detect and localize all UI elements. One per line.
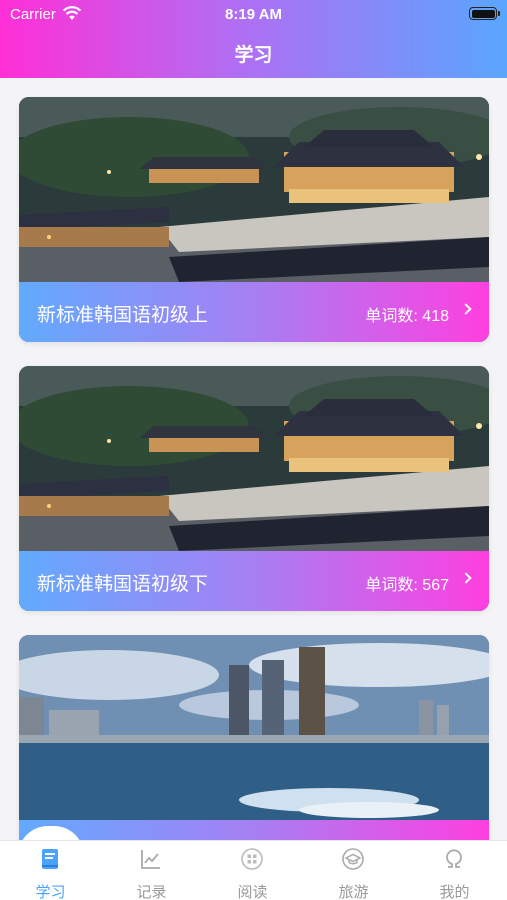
- word-count: 单词数: 567: [365, 577, 449, 594]
- status-bar: Carrier 8:19 AM: [0, 0, 507, 28]
- header: Carrier 8:19 AM 学习: [0, 0, 507, 78]
- tab-label: 学习: [35, 884, 66, 900]
- palace-night-photo: [19, 97, 489, 282]
- graduation-cap-icon: [342, 848, 364, 870]
- palace-night-photo: [19, 366, 489, 551]
- tab-bar: 学习 记录 阅读 旅游 我的: [0, 840, 507, 900]
- tab-label: 旅游: [338, 884, 369, 900]
- page-title: 学习: [234, 45, 273, 66]
- tab-records[interactable]: 记录: [101, 841, 202, 900]
- book-card[interactable]: 新标准韩国语初级上 单词数: 418: [19, 97, 489, 342]
- book-card[interactable]: 新标准韩国语初级下 单词数: 567: [19, 366, 489, 611]
- chevron-right-icon: [460, 572, 472, 584]
- book-card-footer[interactable]: [19, 820, 489, 840]
- book-title: 新标准韩国语初级上: [37, 305, 209, 326]
- tab-label: 记录: [136, 884, 167, 900]
- battery-icon: [469, 7, 500, 20]
- chart-icon: [141, 850, 160, 869]
- book-card-footer[interactable]: 新标准韩国语初级下 单词数: 567: [19, 551, 489, 611]
- city-skyline-sea-photo: [19, 635, 489, 820]
- tab-study[interactable]: 学习: [0, 841, 101, 900]
- tab-label: 我的: [439, 884, 470, 900]
- tab-profile[interactable]: 我的: [404, 841, 505, 900]
- clock: 8:19 AM: [225, 6, 282, 23]
- grid-icon: [241, 848, 263, 870]
- omega-icon: [446, 849, 462, 868]
- tab-travel[interactable]: 旅游: [303, 841, 404, 900]
- tab-label: 阅读: [237, 884, 268, 900]
- book-card[interactable]: [19, 635, 489, 840]
- word-count: 单词数: 418: [365, 308, 449, 325]
- book-icon: [42, 849, 58, 869]
- book-card-footer[interactable]: 新标准韩国语初级上 单词数: 418: [19, 282, 489, 342]
- tab-reading[interactable]: 阅读: [202, 841, 303, 900]
- chevron-right-icon: [460, 303, 472, 315]
- book-list[interactable]: 新标准韩国语初级上 单词数: 418 新标准韩国语初级下 单词数: 567: [0, 78, 507, 840]
- book-title: 新标准韩国语初级下: [37, 574, 209, 595]
